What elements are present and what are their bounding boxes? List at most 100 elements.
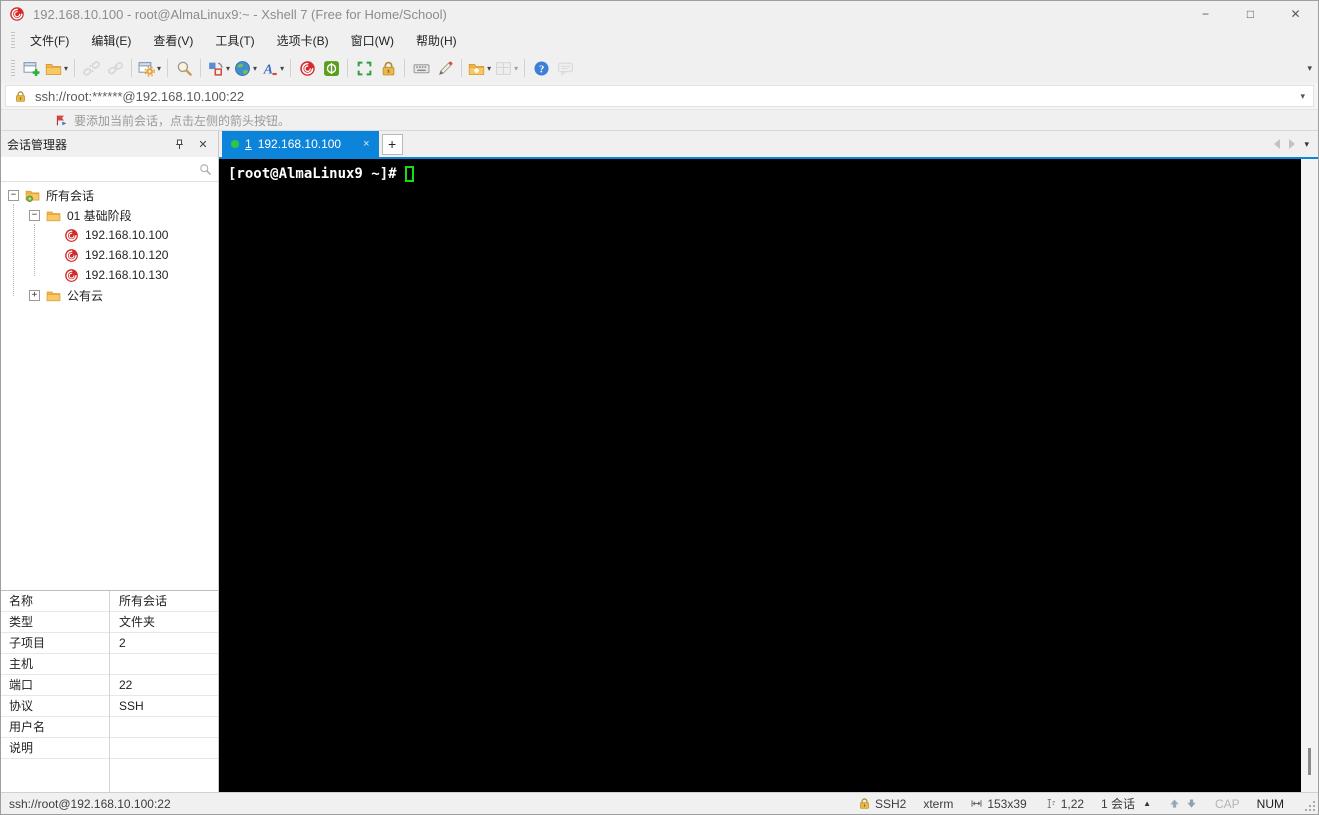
arrow-up-icon[interactable]: [1168, 797, 1181, 810]
new-session-button[interactable]: [19, 56, 43, 80]
tree-item-label: 192.168.10.130: [85, 268, 169, 282]
property-row: 主机: [1, 654, 218, 675]
toolbar-separator: [74, 59, 76, 77]
tile-windows-icon: [495, 60, 512, 77]
menu-tabs[interactable]: 选项卡(B): [266, 29, 340, 52]
find-button[interactable]: [172, 56, 196, 80]
panel-title: 会话管理器: [7, 137, 68, 152]
status-scroll-arrows: [1168, 797, 1198, 810]
tab-session-active[interactable]: 1 192.168.10.100 ×: [222, 131, 379, 157]
session-tree: − 所有会话 − 01 基础阶段 192.168.10.100 192.168.…: [1, 182, 218, 590]
close-panel-button[interactable]: ✕: [194, 135, 212, 153]
property-key: 子项目: [9, 636, 46, 650]
terminal-screen[interactable]: [root@AlmaLinux9 ~]#: [219, 159, 1301, 792]
tree-expander[interactable]: −: [8, 189, 19, 201]
chevron-down-icon: ▾: [226, 63, 231, 73]
property-key: 用户名: [9, 720, 46, 734]
arrow-down-icon[interactable]: [1185, 797, 1198, 810]
layout-button[interactable]: ▾: [205, 56, 232, 80]
session-properties-icon: [138, 60, 155, 77]
property-value: [109, 717, 218, 737]
menu-view[interactable]: 查看(V): [142, 29, 204, 52]
address-field[interactable]: ssh://root:******@192.168.10.100:22 ▾: [5, 85, 1314, 107]
menu-window[interactable]: 窗口(W): [340, 29, 405, 52]
terminal-cursor: [404, 166, 414, 182]
tree-item-folder-basic[interactable]: − 01 基础阶段: [1, 205, 218, 225]
xshell-button[interactable]: [295, 56, 319, 80]
close-button[interactable]: ✕: [1273, 1, 1318, 27]
tree-item-session-120[interactable]: 192.168.10.120: [1, 245, 218, 265]
terminal-scrollbar[interactable]: [1301, 159, 1318, 792]
menu-edit[interactable]: 编辑(E): [80, 29, 142, 52]
tree-item-all-sessions[interactable]: − 所有会话: [1, 185, 218, 205]
session-search-input[interactable]: [7, 162, 199, 176]
status-session-count[interactable]: 1 会话 ▲: [1101, 795, 1151, 812]
highlight-pen-button[interactable]: [433, 56, 457, 80]
tree-item-session-100[interactable]: 192.168.10.100: [1, 225, 218, 245]
status-cursor-position: 1,22: [1044, 797, 1084, 811]
help-button[interactable]: [529, 56, 553, 80]
toolbar-separator: [200, 59, 202, 77]
new-tab-button[interactable]: +: [381, 133, 403, 155]
terminal-wrap: [root@AlmaLinux9 ~]#: [219, 159, 1318, 792]
xshell-app-icon: [9, 6, 25, 22]
fullscreen-button[interactable]: [352, 56, 376, 80]
session-list-dropup-icon[interactable]: ▲: [1143, 799, 1151, 808]
menu-file[interactable]: 文件(F): [19, 29, 80, 52]
chevron-down-icon: ▾: [487, 63, 492, 73]
new-folder-icon: [468, 60, 485, 77]
open-session-folder-button[interactable]: ▾: [43, 56, 70, 80]
property-key: 说明: [9, 741, 34, 755]
scrollbar-thumb[interactable]: [1308, 748, 1311, 775]
address-dropdown-button[interactable]: ▾: [1300, 91, 1305, 102]
xshell-session-icon: [63, 228, 80, 243]
toolbar-overflow-button[interactable]: ▾: [1307, 63, 1312, 74]
layout-icon: [207, 60, 224, 77]
tree-expander[interactable]: +: [29, 289, 40, 301]
toolbar-drag-handle[interactable]: [11, 60, 15, 76]
toolbar: ▾ ▾ ▾ ▾ ▾ ▾ ▾ ▾: [1, 53, 1318, 83]
tree-item-folder-public-cloud[interactable]: + 公有云: [1, 285, 218, 305]
session-properties-grid: 名称 所有会话 类型 文件夹 子项目 2 主机 端口 22 协议 SSH 用户名…: [1, 590, 218, 792]
session-properties-button[interactable]: ▾: [136, 56, 163, 80]
font-color-button[interactable]: ▾: [259, 56, 286, 80]
tab-scroll-left-icon[interactable]: [1274, 139, 1281, 149]
pin-panel-button[interactable]: [170, 135, 188, 153]
status-protocol-label: SSH2: [874, 796, 907, 811]
menubar-drag-handle[interactable]: [11, 32, 15, 48]
font-icon: [261, 60, 278, 77]
xshell-window: 192.168.10.100 - root@AlmaLinux9:~ - Xsh…: [0, 0, 1319, 815]
web-browser-button[interactable]: ▾: [232, 56, 259, 80]
caps-lock-indicator: CAP: [1214, 796, 1240, 811]
chevron-down-icon: ▾: [514, 63, 519, 73]
tab-scroll-right-icon[interactable]: [1289, 139, 1296, 149]
toolbar-separator: [461, 59, 463, 77]
property-key: 类型: [9, 615, 34, 629]
main-area: 会话管理器 ✕ − 所有会话 − 01 基础阶段 192.168.10.100 …: [1, 131, 1318, 792]
lock-screen-button[interactable]: [376, 56, 400, 80]
menu-tools[interactable]: 工具(T): [204, 29, 265, 52]
minimize-button[interactable]: −: [1183, 1, 1228, 27]
maximize-button[interactable]: □: [1228, 1, 1273, 27]
folder-icon: [45, 208, 62, 223]
tree-item-label: 192.168.10.120: [85, 248, 169, 262]
tree-item-label: 192.168.10.100: [85, 228, 169, 242]
num-lock-indicator: NUM: [1256, 796, 1284, 811]
tab-close-icon[interactable]: ×: [363, 138, 369, 150]
tab-list-dropdown-icon[interactable]: ▾: [1304, 139, 1309, 150]
xftp-icon: [323, 60, 340, 77]
search-icon: [176, 60, 193, 77]
new-terminal-folder-button[interactable]: ▾: [466, 56, 493, 80]
property-value: SSH: [119, 699, 144, 713]
xftp-button[interactable]: [319, 56, 343, 80]
chevron-down-icon: ▾: [157, 63, 162, 73]
menu-help[interactable]: 帮助(H): [405, 29, 468, 52]
tree-item-session-130[interactable]: 192.168.10.130: [1, 265, 218, 285]
tree-expander[interactable]: −: [29, 209, 40, 221]
session-count-label: 1 会话: [1101, 797, 1136, 811]
resize-grip[interactable]: [1305, 801, 1315, 811]
reconnect-button: [103, 56, 127, 80]
tree-item-label: 公有云: [67, 288, 104, 303]
status-cursor-label: 1,22: [1060, 796, 1085, 811]
virtual-keyboard-button[interactable]: [409, 56, 433, 80]
